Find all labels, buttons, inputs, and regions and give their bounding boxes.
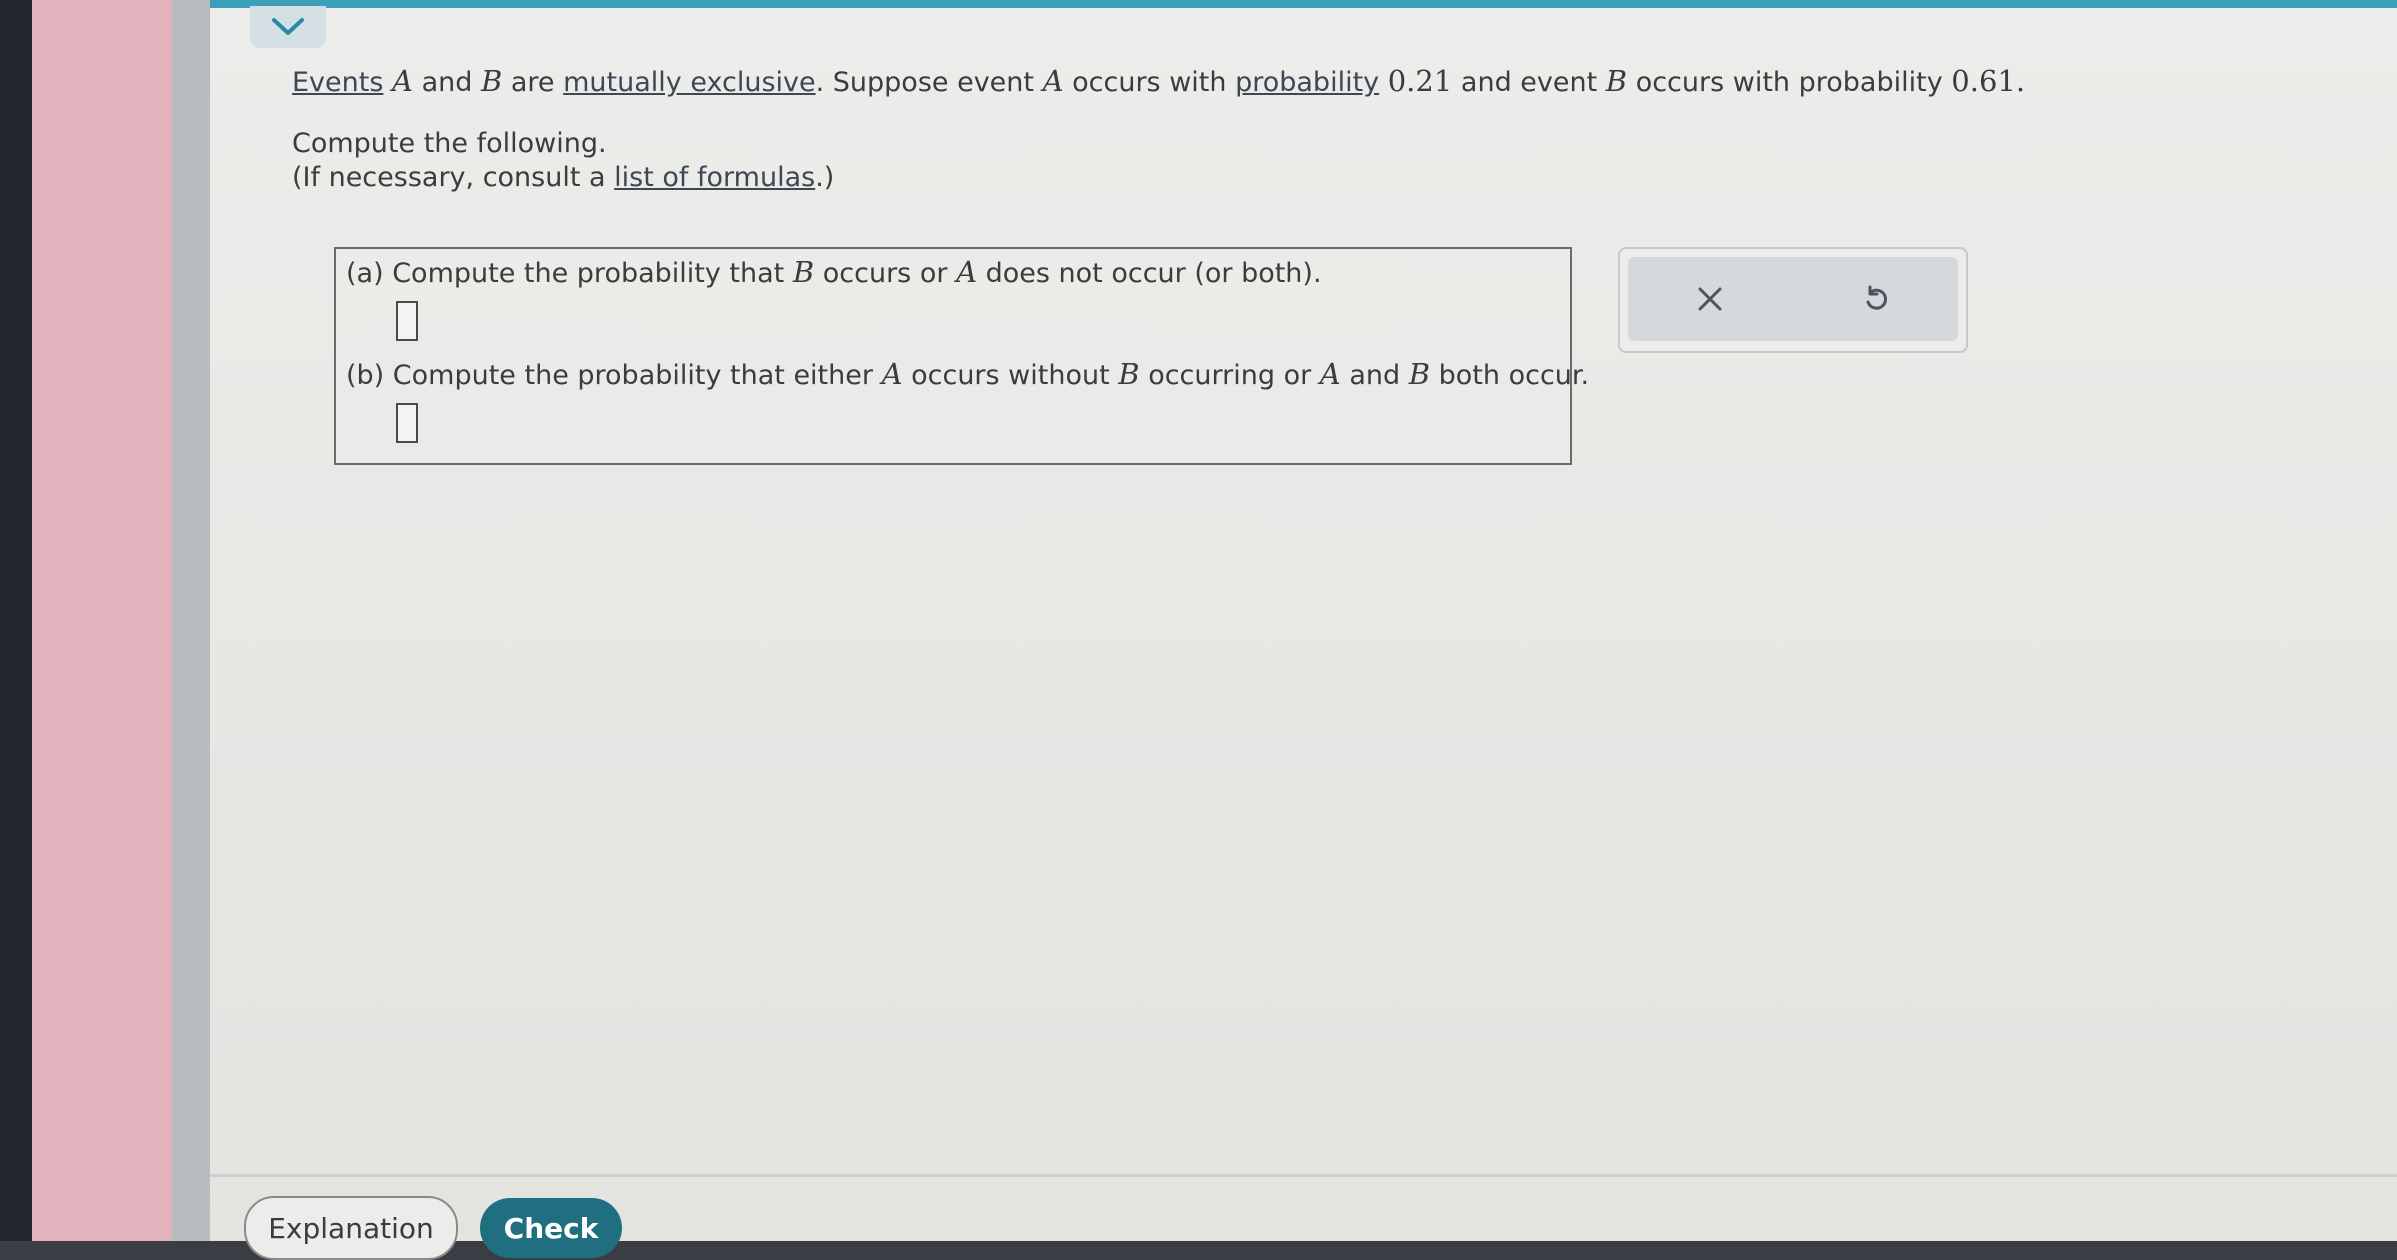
- question-period: .: [2015, 64, 2026, 98]
- consult-suffix: .): [815, 162, 835, 193]
- part-a-text: occurs or: [822, 258, 948, 289]
- question-text-part: . Suppose event: [815, 67, 1034, 98]
- chevron-down-icon: [272, 18, 304, 35]
- answer-parts-box: (a) Compute the probability that B occur…: [334, 247, 1589, 465]
- consult-prefix: (If necessary, consult a: [292, 162, 606, 193]
- answer-actions-panel: [1618, 247, 1968, 353]
- event-b: B: [480, 64, 503, 98]
- event-b: B: [1118, 357, 1140, 391]
- undo-button[interactable]: [1848, 271, 1904, 327]
- event-a: A: [1042, 64, 1064, 98]
- compute-instruction: Compute the following.: [292, 128, 607, 159]
- question-text-part: and: [421, 67, 473, 98]
- question-text-part: are: [510, 67, 555, 98]
- desk-edge: [0, 0, 32, 1241]
- explanation-button[interactable]: Explanation: [244, 1196, 458, 1260]
- answer-actions-toolbar: [1628, 257, 1958, 341]
- events-link[interactable]: Events: [292, 67, 383, 98]
- event-b: B: [792, 255, 815, 289]
- event-b: B: [1605, 64, 1628, 98]
- screen-bezel: [172, 0, 210, 1241]
- question-text-part: occurs with: [1072, 67, 1227, 98]
- part-b-text: occurring or: [1148, 360, 1312, 391]
- check-button[interactable]: Check: [480, 1198, 622, 1258]
- app-screen: Events A and B are mutually exclusive. S…: [210, 0, 2397, 1260]
- consult-instruction: (If necessary, consult a list of formula…: [292, 162, 834, 193]
- part-b-text: and: [1349, 360, 1401, 391]
- event-a: A: [1319, 357, 1341, 391]
- mutually-exclusive-link[interactable]: mutually exclusive: [563, 67, 815, 98]
- collapse-toggle-button[interactable]: [250, 6, 326, 48]
- event-b: B: [1408, 357, 1431, 391]
- part-a-text: does not occur (or both).: [985, 258, 1322, 289]
- part-b-question: (b) Compute the probability that either …: [346, 357, 1589, 391]
- list-of-formulas-link[interactable]: list of formulas: [614, 162, 815, 193]
- top-accent-bar: [210, 0, 2397, 8]
- part-a-question: (a) Compute the probability that B occur…: [346, 255, 1322, 289]
- question-text-part: occurs with probability: [1635, 67, 1943, 98]
- probability-link[interactable]: probability: [1235, 67, 1379, 98]
- undo-icon: [1866, 285, 1888, 310]
- event-a: A: [956, 255, 978, 289]
- event-a: A: [392, 64, 413, 98]
- part-b-text: occurs without: [911, 360, 1110, 391]
- clear-answer-button[interactable]: [1682, 271, 1738, 327]
- part-b-text: both occur.: [1438, 360, 1590, 391]
- footer-divider: [210, 1174, 2397, 1177]
- part-b-answer-input[interactable]: [396, 403, 418, 443]
- question-text: Events A and B are mutually exclusive. S…: [292, 64, 2025, 98]
- x-icon: [1698, 287, 1722, 311]
- background-pink-strip: [32, 0, 172, 1241]
- part-b-text: (b) Compute the probability that either: [346, 360, 873, 391]
- probability-b-value: 0.61: [1951, 64, 2016, 98]
- part-a-text: (a) Compute the probability that: [346, 258, 785, 289]
- probability-a-value: 0.21: [1387, 64, 1453, 98]
- question-text-part: and event: [1460, 67, 1598, 98]
- part-a-answer-input[interactable]: [396, 301, 418, 341]
- event-a: A: [881, 357, 903, 391]
